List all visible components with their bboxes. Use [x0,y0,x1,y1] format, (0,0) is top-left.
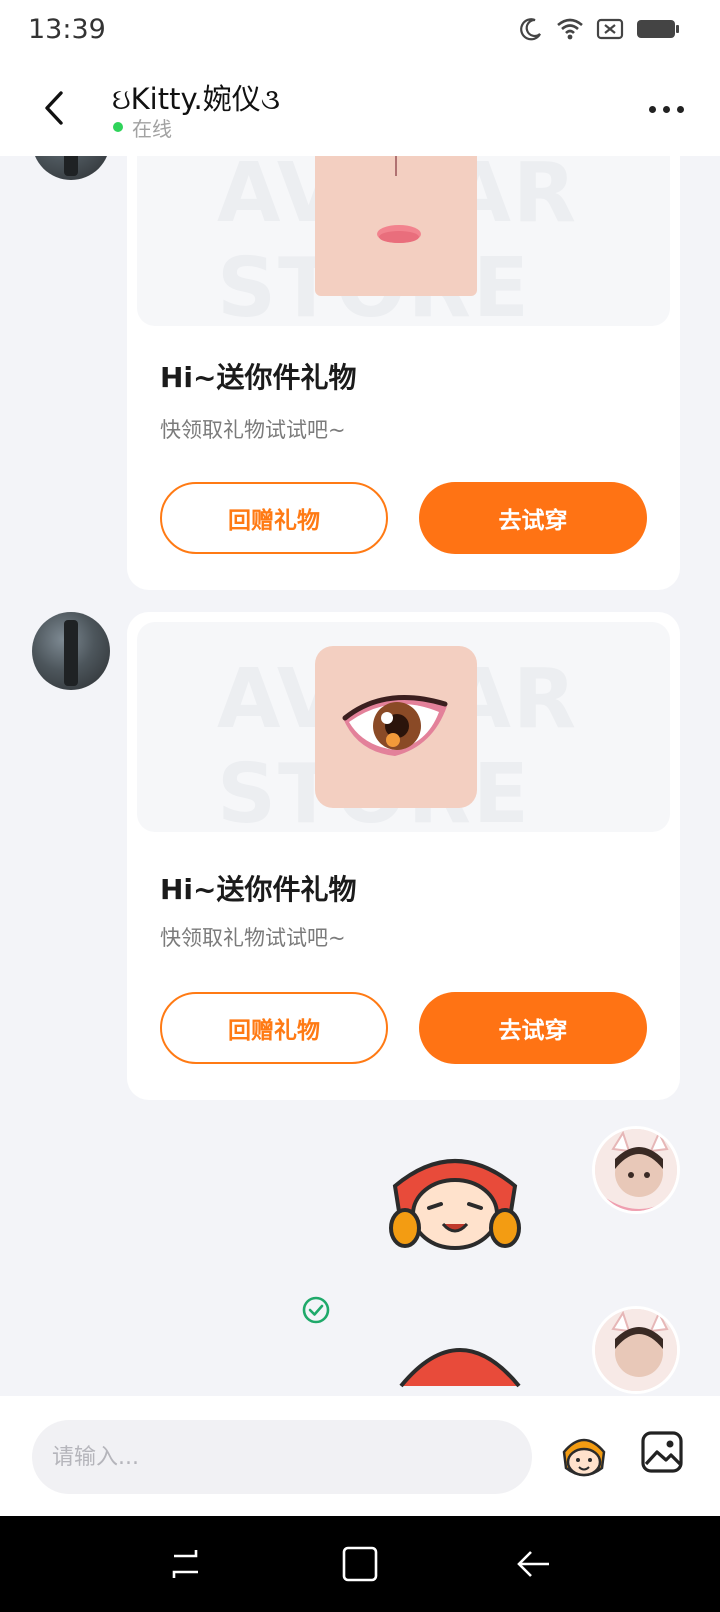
more-dot-icon [676,105,684,113]
message-input[interactable] [32,1420,532,1494]
online-status-label: 在线 [132,117,172,141]
online-status-dot [113,122,123,132]
chevron-left-icon [45,91,63,125]
contact-name[interactable]: ઇKitty.婉仪૩ [112,76,280,118]
gift-card-subtitle: 快领取礼物试试吧~ [160,418,346,442]
my-avatar[interactable] [592,1306,680,1394]
my-avatar[interactable] [592,1126,680,1214]
return-gift-button[interactable]: 回赠礼物 [160,992,388,1064]
more-dot-icon [648,105,656,113]
system-navigation-bar [0,1516,720,1612]
gift-preview[interactable]: AVATAR STORE [137,156,670,326]
no-sim-icon [596,18,624,40]
home-icon [342,1546,378,1582]
status-bar: 13:39 [0,0,720,62]
home-button[interactable] [338,1542,382,1586]
emoji-sticker-button[interactable] [556,1428,612,1484]
more-dot-icon [662,105,670,113]
try-on-button[interactable]: 去试穿 [419,992,647,1064]
gift-card-subtitle: 快领取礼物试试吧~ [160,926,346,950]
gift-image-eye [315,646,477,808]
gift-card: AVATAR STORE Hi~送你件礼物 快领取礼物试试吧~ 回赠礼物 去 [127,612,680,1100]
sticker-message[interactable] [395,1326,525,1396]
emoji-sticker-icon [562,1438,606,1477]
back-nav-button[interactable] [512,1542,556,1586]
status-icons [518,16,680,42]
chat-header: ઇKitty.婉仪૩ 在线 [0,62,720,156]
sticker-message[interactable] [385,1146,525,1266]
contact-avatar[interactable] [32,612,110,690]
recents-button[interactable] [164,1542,208,1586]
gift-card: AVATAR STORE Hi~送你件礼物 快领取礼物试试吧~ 回赠礼物 去试穿 [127,156,680,590]
battery-icon [637,20,679,38]
back-icon [517,1551,549,1577]
try-on-button[interactable]: 去试穿 [419,482,647,554]
back-button[interactable] [30,84,78,132]
chat-screen: 13:39 ઇKitty.婉仪૩ 在线 Hi~送你件礼物 快领取礼物试试吧~ 回… [0,0,720,1612]
more-options-button[interactable] [640,88,692,130]
recents-icon [172,1550,198,1578]
gift-preview[interactable]: AVATAR STORE [137,622,670,832]
contact-avatar[interactable] [32,156,110,180]
wifi-icon [557,18,583,40]
status-time: 13:39 [28,14,106,45]
image-icon [641,1431,683,1473]
gift-card-title: Hi~送你件礼物 [160,361,357,394]
message-list[interactable]: AVATAR STORE Hi~送你件礼物 快领取礼物试试吧~ 回赠礼物 去试穿… [0,156,720,1396]
return-gift-button[interactable]: 回赠礼物 [160,482,388,554]
message-composer [0,1396,720,1516]
moon-icon [520,18,541,41]
gift-card-title: Hi~送你件礼物 [160,873,357,906]
gift-image-lips [315,156,477,296]
read-check-icon [302,1296,330,1324]
image-picker-button[interactable] [640,1430,684,1474]
